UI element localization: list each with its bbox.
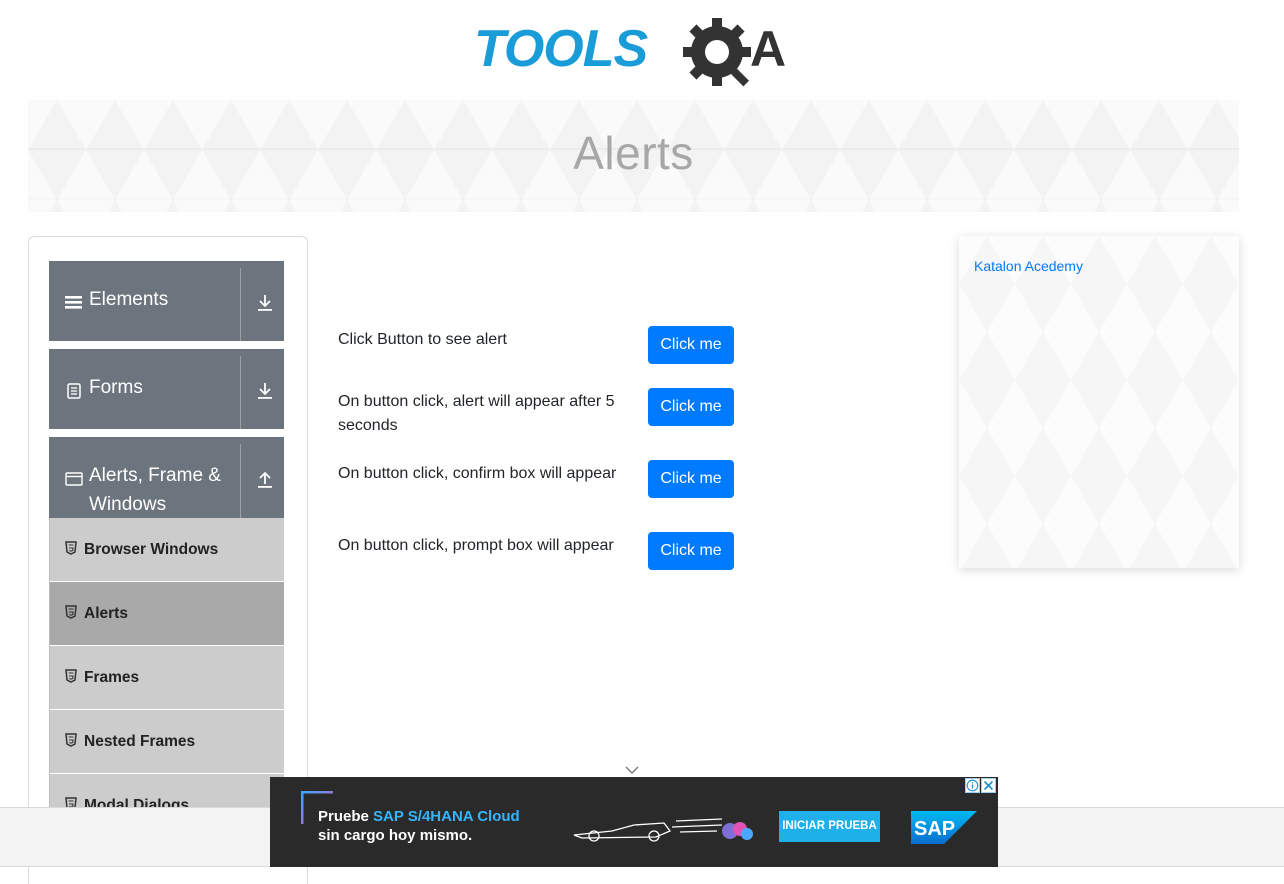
group-divider (240, 268, 241, 341)
timer-alert-button[interactable]: Click me (648, 388, 734, 426)
group-divider (240, 444, 241, 518)
logo-a-letter: A (750, 21, 786, 77)
sidebar-item-nested-frames[interactable]: Nested Frames (49, 710, 284, 774)
timer-alert-label: On button click, alert will appear after… (338, 393, 615, 434)
page-banner: Alerts (28, 100, 1239, 212)
group-forms[interactable]: Forms (49, 349, 284, 429)
expand-down-icon[interactable] (256, 293, 274, 313)
ad-cta-button[interactable]: INICIAR PRUEBA (779, 811, 880, 842)
alert-label: Click Button to see alert (338, 331, 507, 348)
sidebar-item-alerts[interactable]: Alerts (49, 582, 284, 646)
katalon-academy-link[interactable]: Katalon Acedemy (974, 258, 1083, 274)
race-car-graphic (572, 811, 762, 845)
window-icon (65, 470, 83, 488)
ad-subline: sin cargo hoy mismo. (318, 827, 473, 844)
document-icon (65, 382, 83, 400)
confirm-button[interactable]: Click me (648, 460, 734, 498)
sidebar: Elements Forms Alerts, Frame & Windows B… (28, 236, 308, 884)
html5-icon (65, 669, 77, 683)
submenu-list: Browser Windows Alerts Frames Nested Fra… (49, 518, 284, 838)
alert-button[interactable]: Click me (648, 326, 734, 364)
group-alerts-label-line1: Alerts, Frame & (89, 465, 221, 486)
collapse-up-icon[interactable] (256, 469, 274, 489)
sidebar-item-label: Alerts (84, 605, 128, 622)
group-alerts-label-line2: Windows (89, 494, 167, 515)
sidebar-item-frames[interactable]: Frames (49, 646, 284, 710)
alert-row-simple: Click Button to see alert Click me (338, 326, 738, 366)
ad-headline-prefix: Pruebe (318, 808, 374, 825)
sap-ad-banner[interactable]: Pruebe SAP S/4HANA Cloud sin cargo hoy m… (270, 777, 998, 867)
group-elements[interactable]: Elements (49, 261, 284, 341)
ad-headline-product: SAP S/4HANA Cloud (373, 808, 520, 825)
prompt-label: On button click, prompt box will appear (338, 537, 614, 554)
sap-logo-text: SAP (914, 818, 955, 840)
alert-row-timer: On button click, alert will appear after… (338, 388, 738, 438)
group-divider (240, 356, 241, 429)
expand-down-icon[interactable] (256, 381, 274, 401)
toolsqa-logo[interactable]: TOOLS A (474, 16, 798, 92)
alert-row-confirm: On button click, confirm box will appear… (338, 460, 738, 510)
ad-card: Katalon Acedemy (959, 236, 1239, 568)
hamburger-icon (65, 293, 83, 311)
ad-headline: Pruebe SAP S/4HANA Cloud (318, 808, 520, 825)
html5-icon (65, 605, 77, 619)
html5-icon (65, 733, 77, 747)
sap-logo: SAP (911, 811, 977, 844)
group-elements-label: Elements (89, 289, 169, 310)
sidebar-item-label: Frames (84, 669, 140, 686)
prompt-button[interactable]: Click me (648, 532, 734, 570)
group-alerts-frame-windows[interactable]: Alerts, Frame & Windows (49, 437, 284, 518)
ad-info-icon[interactable] (965, 778, 980, 793)
confirm-label: On button click, confirm box will appear (338, 465, 617, 482)
svg-text:TOOLS: TOOLS (474, 20, 648, 78)
sidebar-item-browser-windows[interactable]: Browser Windows (49, 518, 284, 582)
alert-row-prompt: On button click, prompt box will appear … (338, 532, 738, 572)
ad-close-icon[interactable] (981, 778, 996, 793)
sidebar-item-label: Nested Frames (84, 733, 196, 750)
html5-icon (65, 541, 77, 555)
group-forms-label: Forms (89, 377, 143, 398)
page-title: Alerts (573, 127, 694, 179)
chevron-down-icon[interactable] (624, 762, 640, 774)
sidebar-item-label: Browser Windows (84, 541, 219, 558)
